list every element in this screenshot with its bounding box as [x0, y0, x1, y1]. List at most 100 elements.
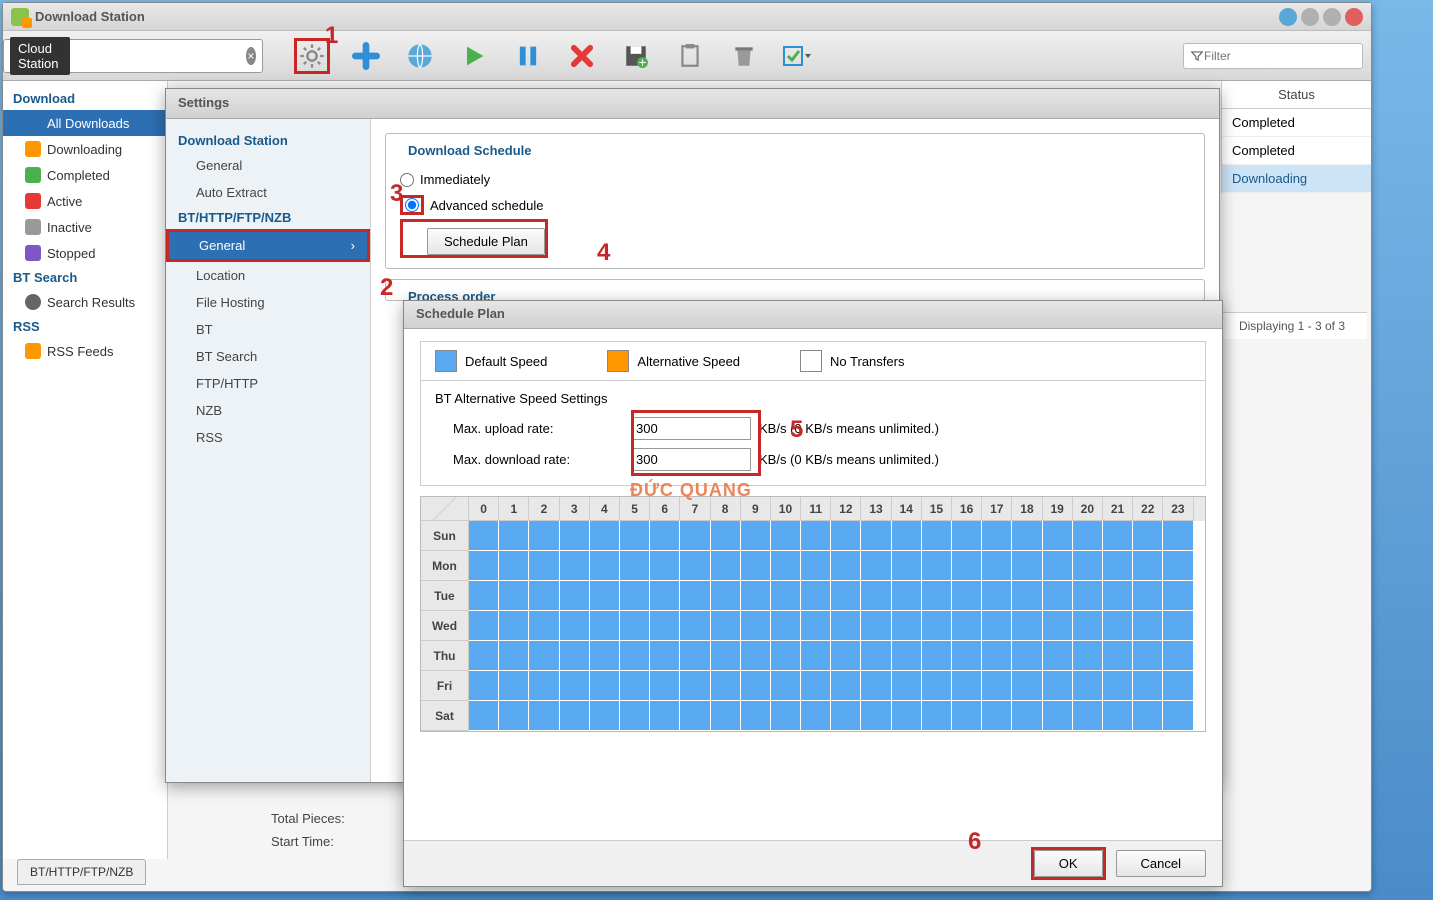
schedule-cell[interactable] [922, 611, 952, 641]
bottom-tab[interactable]: BT/HTTP/FTP/NZB [17, 859, 146, 885]
schedule-cell[interactable] [680, 671, 710, 701]
schedule-cell[interactable] [861, 701, 891, 731]
schedule-cell[interactable] [469, 641, 499, 671]
settings-item-bt[interactable]: BT [166, 316, 370, 343]
schedule-cell[interactable] [529, 551, 559, 581]
schedule-cell[interactable] [741, 521, 771, 551]
schedule-cell[interactable] [922, 581, 952, 611]
schedule-cell[interactable] [861, 581, 891, 611]
schedule-cell[interactable] [922, 641, 952, 671]
schedule-cell[interactable] [1133, 521, 1163, 551]
legend-default[interactable]: Default Speed [435, 350, 547, 372]
schedule-cell[interactable] [1073, 611, 1103, 641]
search-box[interactable]: Cloud Station × [3, 39, 263, 73]
schedule-cell[interactable] [1043, 551, 1073, 581]
schedule-cell[interactable] [771, 701, 801, 731]
schedule-cell[interactable] [590, 671, 620, 701]
schedule-cell[interactable] [982, 581, 1012, 611]
schedule-cell[interactable] [469, 521, 499, 551]
nav-completed[interactable]: Completed [3, 162, 167, 188]
advanced-radio[interactable] [405, 198, 419, 212]
schedule-cell[interactable] [469, 551, 499, 581]
schedule-cell[interactable] [560, 641, 590, 671]
close-icon[interactable] [1345, 8, 1363, 26]
schedule-cell[interactable] [771, 641, 801, 671]
schedule-cell[interactable] [469, 671, 499, 701]
schedule-cell[interactable] [1012, 611, 1042, 641]
schedule-cell[interactable] [892, 611, 922, 641]
legend-alternative[interactable]: Alternative Speed [607, 350, 740, 372]
schedule-cell[interactable] [861, 641, 891, 671]
schedule-cell[interactable] [1103, 551, 1133, 581]
schedule-cell[interactable] [620, 671, 650, 701]
schedule-cell[interactable] [711, 671, 741, 701]
schedule-cell[interactable] [1133, 611, 1163, 641]
schedule-cell[interactable] [1012, 671, 1042, 701]
status-row[interactable]: Downloading [1222, 165, 1371, 193]
schedule-cell[interactable] [1163, 671, 1193, 701]
schedule-cell[interactable] [771, 611, 801, 641]
schedule-cell[interactable] [711, 581, 741, 611]
schedule-cell[interactable] [861, 551, 891, 581]
schedule-cell[interactable] [1103, 611, 1133, 641]
settings-item-filehosting[interactable]: File Hosting [166, 289, 370, 316]
minimize-icon[interactable] [1301, 8, 1319, 26]
schedule-cell[interactable] [801, 521, 831, 551]
nav-downloading[interactable]: Downloading [3, 136, 167, 162]
schedule-cell[interactable] [771, 551, 801, 581]
schedule-cell[interactable] [861, 611, 891, 641]
status-row[interactable]: Completed [1222, 137, 1371, 165]
schedule-cell[interactable] [620, 581, 650, 611]
schedule-cell[interactable] [711, 551, 741, 581]
schedule-cell[interactable] [620, 521, 650, 551]
settings-item-rss[interactable]: RSS [166, 424, 370, 451]
pause-button[interactable] [510, 38, 546, 74]
schedule-cell[interactable] [650, 581, 680, 611]
schedule-cell[interactable] [892, 701, 922, 731]
schedule-cell[interactable] [590, 521, 620, 551]
schedule-cell[interactable] [1163, 551, 1193, 581]
schedule-cell[interactable] [529, 671, 559, 701]
schedule-cell[interactable] [922, 551, 952, 581]
schedule-cell[interactable] [1073, 641, 1103, 671]
nav-all-downloads[interactable]: All Downloads [3, 110, 167, 136]
schedule-cell[interactable] [952, 701, 982, 731]
save-button[interactable] [618, 38, 654, 74]
schedule-cell[interactable] [892, 581, 922, 611]
schedule-cell[interactable] [680, 581, 710, 611]
nav-rss-feeds[interactable]: RSS Feeds [3, 338, 167, 364]
schedule-cell[interactable] [1012, 581, 1042, 611]
schedule-cell[interactable] [560, 611, 590, 641]
schedule-cell[interactable] [1043, 581, 1073, 611]
schedule-cell[interactable] [741, 581, 771, 611]
schedule-cell[interactable] [1103, 521, 1133, 551]
schedule-cell[interactable] [620, 641, 650, 671]
schedule-cell[interactable] [1163, 701, 1193, 731]
schedule-cell[interactable] [680, 521, 710, 551]
schedule-cell[interactable] [922, 701, 952, 731]
filter-box[interactable] [1183, 43, 1363, 69]
schedule-cell[interactable] [801, 641, 831, 671]
schedule-cell[interactable] [1103, 641, 1133, 671]
search-input[interactable] [70, 49, 246, 64]
add-button[interactable] [348, 38, 384, 74]
filter-input[interactable] [1204, 49, 1359, 63]
schedule-cell[interactable] [982, 671, 1012, 701]
schedule-cell[interactable] [1073, 581, 1103, 611]
settings-item-general-ds[interactable]: General [166, 152, 370, 179]
schedule-cell[interactable] [1163, 521, 1193, 551]
schedule-cell[interactable] [1133, 551, 1163, 581]
nav-stopped[interactable]: Stopped [3, 240, 167, 266]
schedule-cell[interactable] [590, 581, 620, 611]
maximize-icon[interactable] [1323, 8, 1341, 26]
settings-item-autoextract[interactable]: Auto Extract [166, 179, 370, 206]
settings-item-general-bt[interactable]: General› [166, 229, 370, 262]
schedule-cell[interactable] [831, 581, 861, 611]
schedule-cell[interactable] [922, 521, 952, 551]
schedule-cell[interactable] [650, 671, 680, 701]
schedule-cell[interactable] [801, 701, 831, 731]
schedule-cell[interactable] [469, 581, 499, 611]
schedule-cell[interactable] [952, 521, 982, 551]
schedule-cell[interactable] [499, 611, 529, 641]
schedule-cell[interactable] [650, 521, 680, 551]
